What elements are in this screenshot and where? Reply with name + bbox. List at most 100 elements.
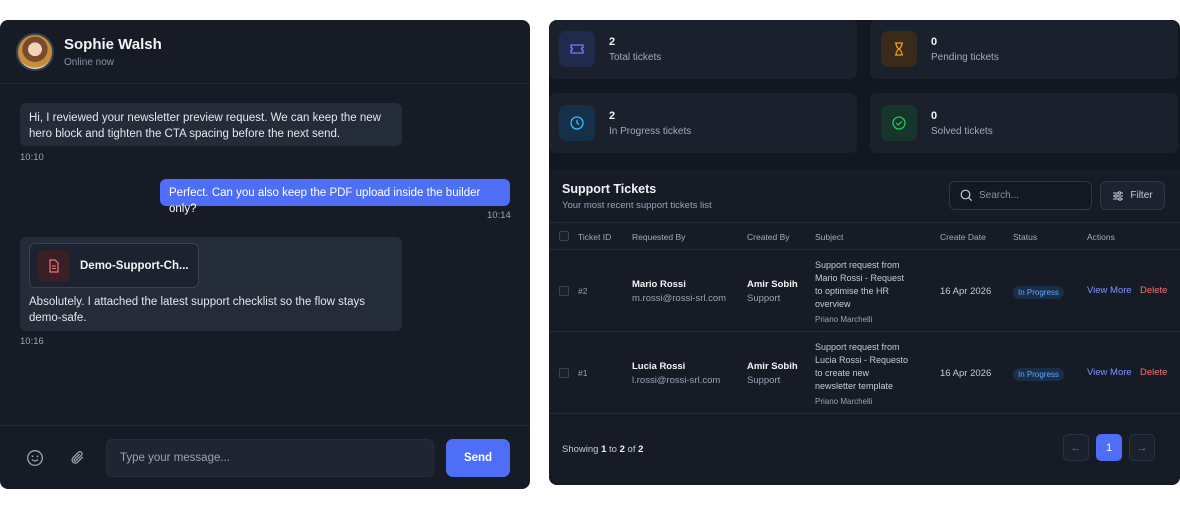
- requester-email: m.rossi@rossi-srl.com: [632, 293, 727, 304]
- ticket-subject: Support request from Mario Rossi - Reque…: [815, 259, 904, 326]
- file-name: Demo-Support-Ch...: [80, 259, 189, 272]
- subject-line: Support request from: [815, 260, 900, 270]
- stat-card-total: 2 Total tickets: [549, 20, 857, 79]
- requester-name: Lucia Rossi: [632, 361, 686, 372]
- prev-page-button[interactable]: ←: [1063, 434, 1089, 461]
- creator-role: Support: [747, 375, 781, 386]
- view-more-link[interactable]: View More: [1087, 285, 1132, 296]
- requester-name: Mario Rossi: [632, 279, 686, 290]
- section-title: Support Tickets: [562, 182, 657, 196]
- check-circle-icon: [881, 105, 917, 141]
- subject-line: newsletter template: [815, 381, 894, 391]
- paperclip-icon[interactable]: [68, 448, 88, 468]
- creator-name: Amir Sobih: [747, 279, 798, 290]
- subject-meta: Priano Marchelli: [815, 315, 873, 324]
- search-box: [949, 181, 1092, 210]
- message-composer: Send: [0, 425, 530, 489]
- subject-line: Mario Rossi - Request: [815, 273, 905, 283]
- hourglass-icon: [881, 31, 917, 67]
- file-attachment[interactable]: Demo-Support-Ch...: [29, 243, 199, 288]
- stat-value: 0: [931, 35, 938, 48]
- send-button[interactable]: Send: [446, 439, 510, 477]
- stat-value: 0: [931, 109, 938, 122]
- status-badge: In Progress: [1013, 286, 1064, 299]
- create-date: 16 Apr 2026: [940, 286, 992, 297]
- ticket-subject: Support request from Lucia Rossi - Reque…: [815, 341, 908, 408]
- select-all-checkbox[interactable]: [559, 231, 569, 241]
- create-date: 16 Apr 2026: [940, 368, 992, 379]
- search-icon: [960, 189, 973, 202]
- showing-of-label: of: [627, 444, 636, 455]
- ticket-icon: [559, 31, 595, 67]
- stat-label: Solved tickets: [931, 125, 993, 137]
- emoji-icon[interactable]: [25, 448, 45, 468]
- column-actions: Actions: [1087, 232, 1115, 242]
- search-input[interactable]: [979, 190, 1079, 201]
- table-row: #2 Mario Rossi m.rossi@rossi-srl.com Ami…: [549, 250, 1180, 332]
- subject-line: overview: [815, 299, 851, 309]
- message-time: 10:16: [20, 336, 44, 347]
- showing-to-label: to: [609, 444, 617, 455]
- column-subject: Subject: [815, 232, 844, 242]
- chat-header: Sophie Walsh Online now: [0, 20, 530, 84]
- stat-label: Pending tickets: [931, 51, 999, 63]
- subject-meta: Priano Marchelli: [815, 397, 873, 406]
- message-incoming-attachment: Demo-Support-Ch... Absolutely. I attache…: [20, 237, 402, 331]
- showing-to: 2: [619, 444, 625, 455]
- message-text: Absolutely. I attached the latest suppor…: [29, 296, 366, 324]
- column-create-date: Create Date: [940, 232, 986, 242]
- ticket-id: #1: [578, 368, 588, 378]
- subject-line: Support request from: [815, 342, 900, 352]
- support-tickets-card: Support Tickets Your most recent support…: [549, 170, 1180, 485]
- view-more-link[interactable]: View More: [1087, 367, 1132, 378]
- creator-role: Support: [747, 293, 781, 304]
- filter-button[interactable]: Filter: [1100, 181, 1165, 210]
- message-text: Hi, I reviewed your newsletter preview r…: [29, 112, 381, 140]
- contact-status: Online now: [64, 56, 115, 68]
- subject-line: Lucia Rossi - Requesto: [815, 355, 909, 365]
- sliders-icon: [1113, 190, 1124, 201]
- stat-value: 2: [609, 35, 616, 48]
- chat-panel: Sophie Walsh Online now Hi, I reviewed y…: [0, 20, 530, 489]
- table-header: Ticket ID Requested By Created By Subjec…: [549, 222, 1180, 250]
- delete-link[interactable]: Delete: [1140, 285, 1167, 296]
- stat-card-solved: 0 Solved tickets: [870, 93, 1178, 153]
- requester-email: l.rossi@rossi-srl.com: [632, 375, 721, 386]
- clock-icon: [559, 105, 595, 141]
- contact-name: Sophie Walsh: [64, 35, 162, 53]
- table-row: #1 Lucia Rossi l.rossi@rossi-srl.com Ami…: [549, 332, 1180, 414]
- ticket-id: #2: [578, 286, 588, 296]
- message-time: 10:10: [20, 152, 44, 163]
- status-badge: In Progress: [1013, 368, 1064, 381]
- column-ticket-id: Ticket ID: [578, 232, 612, 242]
- filter-label: Filter: [1130, 190, 1153, 201]
- column-requested-by: Requested By: [632, 232, 686, 242]
- section-subtitle: Your most recent support tickets list: [562, 200, 712, 211]
- tickets-dashboard: 2 Total tickets 0 Pending tickets 2 In P…: [549, 20, 1180, 485]
- delete-link[interactable]: Delete: [1140, 367, 1167, 378]
- message-outgoing: Perfect. Can you also keep the PDF uploa…: [160, 179, 510, 215]
- creator-name: Amir Sobih: [747, 361, 798, 372]
- showing-from: 1: [601, 444, 607, 455]
- row-checkbox[interactable]: [559, 286, 569, 296]
- stat-label: In Progress tickets: [609, 125, 692, 137]
- column-status: Status: [1013, 232, 1038, 242]
- pagination-summary: Showing 1 to 2 of 2: [562, 444, 643, 455]
- subject-line: to optimise the HR: [815, 286, 890, 296]
- message-time: 10:14: [487, 210, 511, 221]
- stat-value: 2: [609, 109, 616, 122]
- showing-label: Showing: [562, 444, 599, 455]
- stat-label: Total tickets: [609, 51, 662, 63]
- next-page-button[interactable]: →: [1129, 434, 1155, 461]
- column-created-by: Created By: [747, 232, 790, 242]
- message-input[interactable]: [106, 439, 434, 477]
- avatar[interactable]: [16, 32, 54, 71]
- showing-total: 2: [638, 444, 644, 455]
- stat-card-pending: 0 Pending tickets: [870, 20, 1178, 79]
- file-icon: [38, 249, 70, 282]
- message-incoming: Hi, I reviewed your newsletter preview r…: [20, 103, 402, 146]
- stat-card-in-progress: 2 In Progress tickets: [549, 93, 857, 153]
- page-1-button[interactable]: 1: [1096, 434, 1122, 461]
- row-checkbox[interactable]: [559, 368, 569, 378]
- message-text: Perfect. Can you also keep the PDF uploa…: [169, 187, 481, 215]
